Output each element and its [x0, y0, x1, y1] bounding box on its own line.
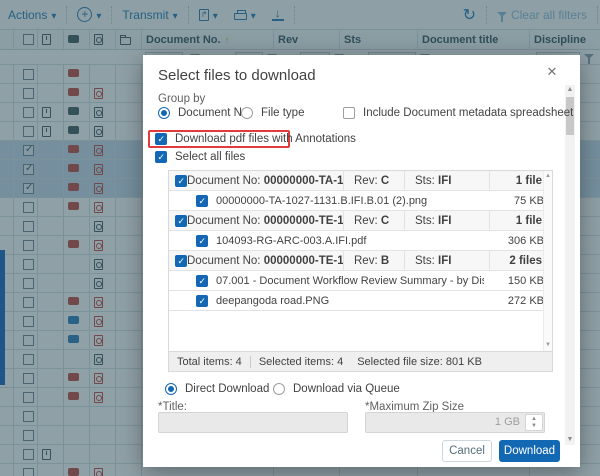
summary-divider	[250, 356, 251, 368]
download-via-queue-option[interactable]: Download via Queue	[273, 383, 400, 395]
file-count: 2 files	[489, 251, 544, 270]
select-all-files-checkbox-row[interactable]: Select all files	[155, 151, 245, 163]
file-size: 150 KB	[489, 271, 544, 290]
zip-size-stepper[interactable]	[525, 414, 543, 431]
file-count: 1 file	[489, 171, 544, 190]
dialog-scrollbar[interactable]	[565, 85, 575, 445]
group-by-document-no-option[interactable]: Document No.	[158, 107, 252, 119]
file-row[interactable]: 07.001 - Document Workflow Review Summar…	[169, 271, 552, 291]
group-by-label: Group by	[158, 93, 205, 105]
dialog-title: Select files to download	[158, 67, 316, 84]
file-checkbox[interactable]	[196, 275, 208, 287]
close-icon[interactable]	[543, 63, 561, 81]
radio-icon[interactable]	[273, 383, 285, 395]
cancel-button[interactable]: Cancel	[442, 440, 492, 462]
radio-selected-icon[interactable]	[165, 383, 177, 395]
group-checkbox[interactable]	[175, 255, 187, 267]
scroll-up-icon[interactable]	[565, 85, 575, 95]
file-list-scrollbar[interactable]	[543, 171, 552, 351]
file-row[interactable]: 00000000-TA-1027-1131.B.IFI.B.01 (2).png…	[169, 191, 552, 211]
checkbox-unchecked-icon[interactable]	[343, 107, 355, 119]
screen: Actions Transmit	[0, 0, 600, 476]
file-size: 272 KB	[489, 291, 544, 310]
file-count: 1 file	[489, 211, 544, 230]
direct-download-option[interactable]: Direct Download	[165, 383, 269, 395]
file-name: 104093-RG-ARC-003.A.IFI.pdf	[216, 235, 484, 247]
include-metadata-checkbox-row[interactable]: Include Document metadata spreadsheet	[343, 107, 573, 119]
group-checkbox[interactable]	[175, 175, 187, 187]
file-size: 75 KB	[489, 191, 544, 210]
select-files-dialog: Select files to download Group by Docume…	[143, 55, 580, 467]
checkbox-checked-icon[interactable]	[155, 133, 167, 145]
checkbox-checked-icon[interactable]	[155, 151, 167, 163]
radio-selected-icon[interactable]	[158, 107, 170, 119]
scroll-up-icon[interactable]	[544, 172, 552, 181]
zip-size-value: 1 GB	[495, 416, 520, 428]
file-checkbox[interactable]	[196, 295, 208, 307]
selected-items: Selected items: 4	[259, 356, 343, 368]
scroll-down-icon[interactable]	[544, 341, 552, 350]
file-name: 07.001 - Document Workflow Review Summar…	[216, 275, 484, 287]
list-summary-bar: Total items: 4 Selected items: 4 Selecte…	[168, 352, 553, 372]
title-input[interactable]	[158, 412, 348, 433]
scroll-down-icon[interactable]	[565, 435, 575, 445]
group-checkbox[interactable]	[175, 215, 187, 227]
file-list: Document No: 00000000-TA-1027-1134 Rev: …	[168, 170, 553, 352]
file-row[interactable]: 104093-RG-ARC-003.A.IFI.pdf 306 KB	[169, 231, 552, 251]
file-group-row[interactable]: Document No: 00000000-TE-1027-1130-000 R…	[169, 251, 552, 271]
file-group-row[interactable]: Document No: 00000000-TE-1027-1130 Rev: …	[169, 211, 552, 231]
file-name: 00000000-TA-1027-1131.B.IFI.B.01 (2).png	[216, 195, 484, 207]
download-button[interactable]: Download	[499, 440, 560, 462]
radio-icon[interactable]	[241, 107, 253, 119]
download-annotations-checkbox-row[interactable]: Download pdf files with Annotations	[155, 133, 356, 145]
stepper-down-icon[interactable]	[526, 422, 542, 430]
file-row[interactable]: deepangoda road.PNG 272 KB	[169, 291, 552, 311]
file-group-row[interactable]: Document No: 00000000-TA-1027-1134 Rev: …	[169, 171, 552, 191]
file-checkbox[interactable]	[196, 235, 208, 247]
file-name: deepangoda road.PNG	[216, 295, 484, 307]
file-size: 306 KB	[489, 231, 544, 250]
file-checkbox[interactable]	[196, 195, 208, 207]
total-items: Total items: 4	[177, 356, 242, 368]
selected-size: Selected file size: 801 KB	[357, 356, 482, 368]
group-by-file-type-option[interactable]: File type	[241, 107, 304, 119]
zip-size-input[interactable]: 1 GB	[365, 412, 545, 433]
